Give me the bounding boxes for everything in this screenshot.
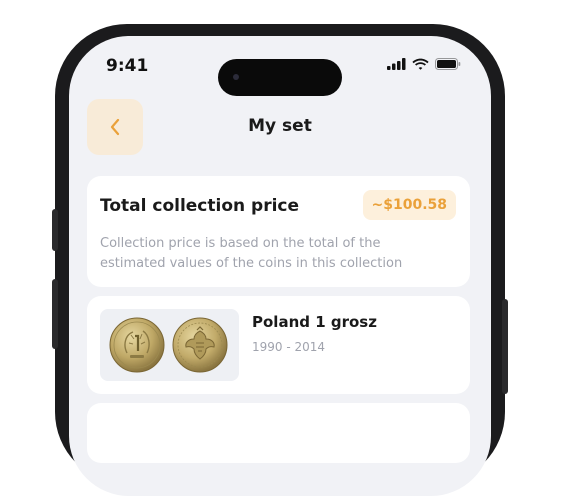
- total-price-title: Total collection price: [100, 196, 300, 216]
- coin-obverse-image: [109, 317, 165, 373]
- coin-list-item[interactable]: [87, 403, 470, 463]
- coin-years: 1990 - 2014: [252, 340, 326, 354]
- total-price-card: Total collection price ~$100.58 Collecti…: [87, 176, 470, 287]
- signal-icon: [387, 58, 406, 70]
- battery-icon: [435, 58, 461, 70]
- status-time: 9:41: [106, 56, 149, 76]
- status-icons: [387, 58, 461, 70]
- phone-frame: 9:41 My set Total collection price ~$100…: [52, 24, 508, 496]
- coin-list-item[interactable]: Poland 1 grosz 1990 - 2014: [87, 296, 470, 394]
- coin-thumbnail: [100, 309, 239, 381]
- wifi-icon: [412, 58, 429, 70]
- phone-screen: 9:41 My set Total collection price ~$100…: [69, 36, 491, 496]
- coin-reverse-image: [172, 317, 228, 373]
- phone-volume-button: [52, 279, 58, 349]
- coin-name: Poland 1 grosz: [252, 313, 377, 331]
- phone-power-button: [502, 299, 508, 394]
- camera-icon: [233, 74, 239, 80]
- total-price-description: Collection price is based on the total o…: [100, 236, 403, 271]
- page-title: My set: [248, 116, 312, 136]
- dynamic-island: [218, 59, 342, 96]
- phone-mute-switch: [52, 209, 58, 251]
- total-price-badge: ~$100.58: [362, 190, 456, 220]
